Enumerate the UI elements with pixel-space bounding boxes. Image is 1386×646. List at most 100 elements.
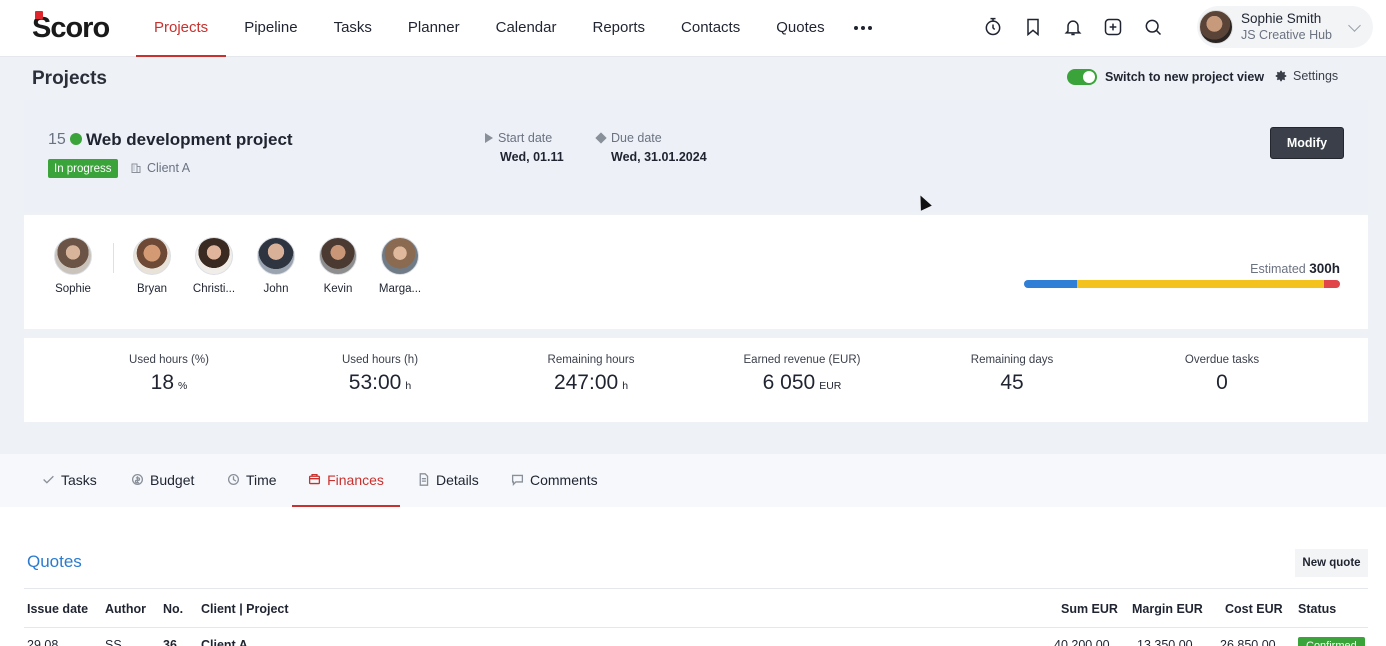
row-sum: 40 200,00: [1054, 638, 1110, 646]
nav-projects[interactable]: Projects: [136, 0, 227, 57]
new-quote-button[interactable]: New quote: [1295, 549, 1368, 577]
project-stats: Used hours (%) 18% Used hours (h) 53:00 h…: [24, 338, 1368, 422]
col-cost[interactable]: Cost EUR: [1225, 602, 1283, 616]
member-christi[interactable]: Christi...: [184, 237, 244, 295]
stat-used-hours-percent: Used hours (%) 18%: [129, 354, 209, 394]
member-sophie[interactable]: Sophie: [43, 237, 103, 295]
bell-icon[interactable]: [1060, 14, 1086, 40]
nav-calendar[interactable]: Calendar: [478, 0, 575, 57]
avatar: [195, 237, 233, 275]
col-number[interactable]: No.: [163, 602, 183, 616]
tab-comments[interactable]: Comments: [511, 454, 598, 507]
progress-segment-0: [1024, 280, 1077, 288]
nav-icon-group: [980, 14, 1166, 40]
search-icon[interactable]: [1140, 14, 1166, 40]
nav-reports[interactable]: Reports: [574, 0, 663, 57]
stat-overdue-tasks: Overdue tasks 0: [1184, 354, 1260, 394]
tab-details[interactable]: Details: [417, 454, 479, 507]
progress-segment-1: [1076, 280, 1325, 288]
user-menu[interactable]: Sophie Smith JS Creative Hub: [1197, 6, 1373, 48]
col-sum[interactable]: Sum EUR: [1061, 602, 1118, 616]
avatar: [381, 237, 419, 275]
budget-icon: [131, 473, 144, 486]
nav-pipeline[interactable]: Pipeline: [226, 0, 315, 57]
more-dots-icon: [853, 25, 872, 30]
nav-quotes[interactable]: Quotes: [758, 0, 842, 57]
row-margin: 13 350,00: [1137, 638, 1193, 646]
new-view-toggle[interactable]: Switch to new project view: [1067, 69, 1264, 85]
more-menu-button[interactable]: [843, 0, 883, 57]
progress-segment-2: [1324, 280, 1340, 288]
row-date: 29.08: [27, 638, 59, 646]
nav-planner[interactable]: Planner: [390, 0, 478, 57]
tab-time[interactable]: Time: [227, 454, 277, 507]
settings-label: Settings: [1293, 69, 1339, 83]
avatar: [319, 237, 357, 275]
project-number: 15: [48, 131, 66, 148]
client-name: Client A: [147, 161, 191, 175]
toggle-switch[interactable]: [1067, 69, 1097, 85]
row-cost: 26 850,00: [1220, 638, 1276, 646]
col-client-project[interactable]: Client | Project: [201, 602, 289, 616]
finance-icon: [309, 473, 321, 485]
divider: [113, 243, 114, 273]
modify-button[interactable]: Modify: [1270, 127, 1344, 159]
document-icon: [419, 473, 429, 486]
col-issue-date[interactable]: Issue date: [27, 602, 88, 616]
user-avatar: [1199, 10, 1233, 44]
status-badge: Confirmed: [1298, 637, 1365, 646]
user-organization: JS Creative Hub: [1241, 28, 1333, 42]
logo-mark-icon: [35, 11, 43, 19]
page-title: Projects: [32, 68, 107, 89]
table-row[interactable]: 29.08 SS 36 Client A 40 200,00 13 350,00…: [24, 628, 1368, 646]
row-number: 36: [163, 638, 177, 646]
stat-earned-revenue: Earned revenue (EUR) 6 050 EUR: [743, 354, 861, 394]
start-triangle-icon: [485, 133, 493, 143]
settings-button[interactable]: Settings: [1274, 69, 1338, 83]
bookmark-icon[interactable]: [1020, 14, 1046, 40]
project-tabs: Tasks Budget Time Finances Details Comme…: [0, 454, 1386, 507]
stat-remaining-days: Remaining days 45: [970, 354, 1054, 394]
tab-finances[interactable]: Finances: [292, 454, 400, 507]
quotes-table-header: Issue date Author No. Client | Project S…: [24, 588, 1368, 628]
member-john[interactable]: John: [246, 237, 306, 295]
project-name: Web development project: [86, 130, 293, 149]
member-bryan[interactable]: Bryan: [122, 237, 182, 295]
clock-icon: [227, 473, 240, 486]
top-navigation: Scoro Projects Pipeline Tasks Planner Ca…: [0, 0, 1386, 57]
gear-icon: [1275, 70, 1287, 82]
estimated-hours: Estimated 300h: [1250, 261, 1340, 276]
quotes-heading[interactable]: Quotes: [27, 552, 82, 572]
member-kevin[interactable]: Kevin: [308, 237, 368, 295]
timer-icon[interactable]: [980, 14, 1006, 40]
main-menu: Projects Pipeline Tasks Planner Calendar…: [136, 0, 883, 57]
stat-remaining-hours: Remaining hours 247:00 h: [547, 354, 635, 394]
team-panel: Sophie Bryan Christi... John Kevin Marga…: [24, 215, 1368, 329]
project-summary: 15 Web development project In progress C…: [24, 100, 1368, 212]
add-icon[interactable]: [1100, 14, 1126, 40]
status-dot-icon: [70, 133, 82, 145]
member-marga[interactable]: Marga...: [370, 237, 430, 295]
scoro-logo[interactable]: Scoro: [32, 11, 110, 44]
avatar: [133, 237, 171, 275]
status-badge: In progress: [48, 159, 118, 178]
building-icon: [131, 163, 141, 173]
hours-progress-bar: [1024, 280, 1340, 288]
due-diamond-icon: [595, 132, 607, 144]
nav-tasks[interactable]: Tasks: [316, 0, 390, 57]
stat-used-hours: Used hours (h) 53:00 h: [341, 354, 419, 394]
chevron-down-icon: [1348, 19, 1361, 32]
tab-budget[interactable]: Budget: [131, 454, 194, 507]
tab-tasks[interactable]: Tasks: [42, 454, 97, 507]
finances-content: Quotes New quote Issue date Author No. C…: [0, 507, 1386, 646]
client-link[interactable]: Client A: [130, 161, 190, 175]
comment-icon: [511, 474, 524, 486]
nav-contacts[interactable]: Contacts: [663, 0, 758, 57]
col-margin[interactable]: Margin EUR: [1132, 602, 1203, 616]
col-status[interactable]: Status: [1298, 602, 1336, 616]
check-icon: [43, 475, 54, 484]
toggle-label: Switch to new project view: [1105, 70, 1265, 84]
avatar: [257, 237, 295, 275]
user-name: Sophie Smith: [1241, 11, 1322, 26]
col-author[interactable]: Author: [105, 602, 146, 616]
